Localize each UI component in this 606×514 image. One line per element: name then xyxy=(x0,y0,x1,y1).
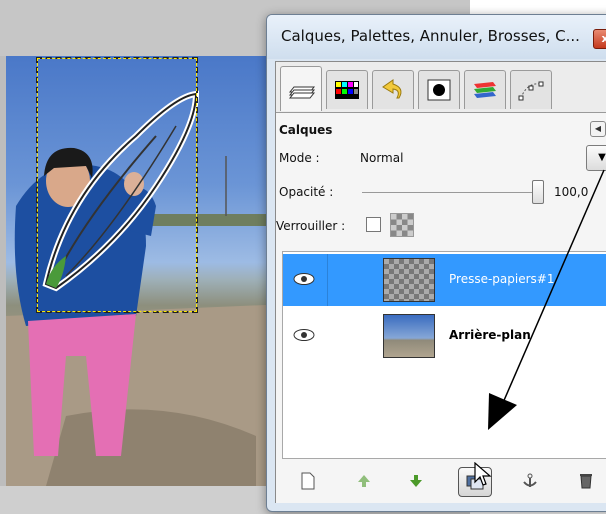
anchor-layer-icon xyxy=(523,473,537,487)
delete-layer-button[interactable] xyxy=(572,467,600,495)
layer-row[interactable]: Presse-papiers#1 xyxy=(283,254,606,306)
lock-alpha-checkbox[interactable] xyxy=(366,217,381,232)
panel-title: Calques xyxy=(279,123,333,137)
layer-thumbnail xyxy=(383,314,435,358)
layers-panel: Calques ◀ Mode : Normal ▼ Opacité : 100,… xyxy=(276,112,606,503)
opacity-slider[interactable] xyxy=(362,192,534,193)
tab-gradients[interactable] xyxy=(464,70,506,109)
mouse-cursor-icon xyxy=(474,462,492,486)
brush-icon xyxy=(427,79,451,101)
raise-layer-icon xyxy=(358,475,370,487)
gradient-icon xyxy=(474,82,496,98)
alpha-checker-icon xyxy=(390,213,414,237)
undo-history-icon xyxy=(382,79,402,99)
tab-menu-button[interactable]: ◀ xyxy=(590,121,606,137)
palette-icon xyxy=(335,81,359,99)
dock-panel: Calques ◀ Mode : Normal ▼ Opacité : 100,… xyxy=(275,61,606,503)
column-separator xyxy=(327,254,328,306)
layer-name[interactable]: Presse-papiers#1 xyxy=(449,272,554,286)
anchor-layer-button[interactable] xyxy=(516,467,544,495)
new-layer-icon xyxy=(301,472,315,490)
opacity-value[interactable]: 100,0 xyxy=(554,185,588,199)
lower-layer-icon xyxy=(410,475,422,487)
lower-layer-button[interactable] xyxy=(402,467,430,495)
delete-layer-icon xyxy=(580,474,592,489)
close-button[interactable]: x xyxy=(593,29,606,49)
window-title: Calques, Palettes, Annuler, Brosses, C..… xyxy=(281,27,580,45)
layer-thumbnail xyxy=(383,258,435,302)
layer-name[interactable]: Arrière-plan xyxy=(449,328,531,342)
layers-icon xyxy=(288,86,316,99)
mode-label: Mode : xyxy=(279,151,320,165)
eye-icon[interactable] xyxy=(293,328,315,342)
lock-label: Verrouiller : xyxy=(276,219,346,233)
tab-palettes[interactable] xyxy=(326,70,368,109)
raise-layer-button[interactable] xyxy=(350,467,378,495)
opacity-slider-handle[interactable] xyxy=(532,180,544,204)
paths-icon xyxy=(518,81,544,101)
opacity-label: Opacité : xyxy=(279,185,334,199)
layers-dialog: Calques, Palettes, Annuler, Brosses, C..… xyxy=(266,14,606,512)
layer-list[interactable]: Presse-papiers#1 Arrière-plan xyxy=(282,251,606,459)
tab-layers[interactable] xyxy=(280,66,322,111)
mode-dropdown-button[interactable]: ▼ xyxy=(586,145,606,171)
selection-marquee[interactable] xyxy=(36,57,198,313)
new-layer-button[interactable] xyxy=(294,467,322,495)
layer-row[interactable]: Arrière-plan xyxy=(283,310,606,362)
eye-icon[interactable] xyxy=(293,272,315,286)
tab-undo-history[interactable] xyxy=(372,70,414,109)
layer-toolbar xyxy=(282,461,606,501)
tab-bar xyxy=(280,66,606,112)
title-bar[interactable]: Calques, Palettes, Annuler, Brosses, C..… xyxy=(267,15,606,59)
mode-value[interactable]: Normal xyxy=(360,151,403,165)
tab-paths[interactable] xyxy=(510,70,552,109)
tab-brushes[interactable] xyxy=(418,70,460,109)
